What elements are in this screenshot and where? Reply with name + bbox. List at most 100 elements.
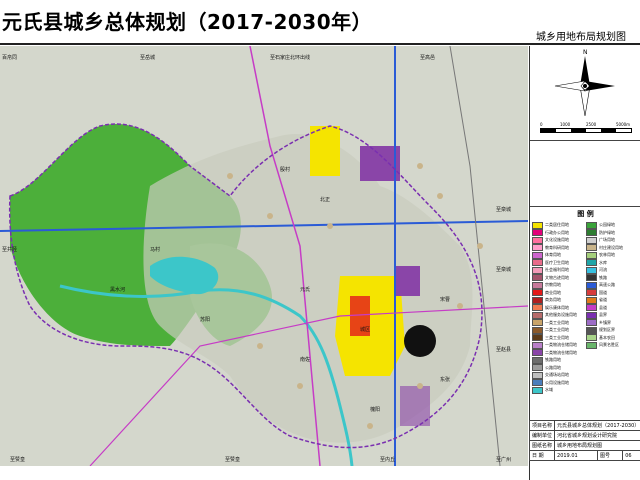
legend-label: 公用设施用地 [545,379,569,385]
legend-item: 一类物流仓储用地 [532,341,586,349]
edge-label: 至广州 [496,457,512,463]
legend-swatch [586,326,597,334]
edge-label: 至赞皇 [225,457,241,463]
legend: 图 例 二类居住用地 行政办公用地 文化设施用地 教育科研用地 体育用地 医疗卫生用地 社会… [530,206,640,421]
title-block: 项目名称 元氏县城乡总体规划（2017-2030） 编制单位 河北省城乡规划设计… [528,420,640,480]
legend-swatch [586,311,597,319]
legend-swatch [532,349,543,356]
legend-item: 一类工业用地 [532,319,586,326]
legend-item: 社会福利用地 [532,266,586,274]
legend-label: 一类工业用地 [545,319,569,325]
legend-item: 文化设施用地 [532,236,586,244]
legend-label: 行政办公用地 [545,229,569,235]
scale-label: 1000 [560,122,571,127]
legend-item: 乡镇界 [586,319,640,326]
legend-label: 国道 [599,289,607,295]
legend-swatch [586,341,597,349]
scale-bar [540,128,632,133]
legend-item: 风景名胜区 [586,341,640,349]
legend-swatch [586,244,597,251]
legend-item: 体育用地 [532,251,586,259]
legend-item: 县界 [586,311,640,319]
legend-label: 县道 [599,304,607,310]
legend-swatch [586,259,597,266]
legend-item: 二类物流仓储用地 [532,349,586,356]
legend-item: 广场用地 [586,236,640,244]
header-divider [0,43,640,45]
title-block-key: 编制单位 [528,430,556,441]
legend-title: 图 例 [577,210,594,218]
place-label: 马村 [150,247,161,253]
legend-swatch [532,304,543,311]
legend-item: 水库 [586,259,640,266]
legend-label: 铁路 [599,274,607,280]
map-graphic [0,46,528,466]
legend-label: 文物古迹用地 [545,274,569,280]
legend-label: 商务用地 [545,297,561,302]
legend-label: 文化设施用地 [545,237,569,242]
legend-label: 广场用地 [599,237,615,242]
legend-item: 规划区界 [586,326,640,334]
legend-swatch [532,356,543,364]
legend-swatch [532,326,543,334]
edge-label: 至高邑 [420,55,436,61]
map-view[interactable]: 百帛同 至岳城 至石家庄北环出线 至高邑 至赞皇 至赞皇 至内丘 至广州 至井陉… [0,46,528,466]
edge-label: 至石家庄北环出线 [270,55,311,61]
legend-label: 水域 [545,387,553,392]
legend-swatch [532,319,543,326]
scale-label: 5000m [616,122,631,127]
legend-swatch [586,274,597,281]
page-title: 元氏县城乡总体规划（2017-2030年） [2,10,373,34]
svg-text:N: N [583,49,588,56]
legend-label: 教育科研用地 [545,244,569,250]
legend-label: 县界 [599,312,607,317]
legend-swatch [532,371,543,379]
scale-label: 2500 [586,122,597,127]
legend-label: 风景名胜区 [599,342,619,347]
place-label: 元氏 [300,287,311,293]
title-block-value: 河北省城乡规划设计研究院 [554,430,640,441]
legend-swatch [586,221,597,229]
header: 元氏县城乡总体规划（2017-2030年） 城乡用地布局规划图 [0,0,640,44]
legend-swatch [532,281,543,289]
place-label: 南佐 [300,357,311,363]
legend-swatch [532,274,543,281]
place-label: 黑水河 [110,287,126,293]
legend-swatch [532,379,543,386]
legend-item: 公用设施用地 [532,379,586,386]
legend-label: 省道 [599,297,607,302]
legend-item: 商务用地 [532,296,586,304]
legend-label: 高速公路 [599,282,615,287]
legend-item: 交通场站用地 [532,371,586,379]
legend-swatch [586,289,597,296]
legend-swatch [586,236,597,244]
legend-swatch [532,236,543,244]
legend-swatch [586,296,597,304]
legend-swatch [586,229,597,236]
edge-label: 至赞皇 [10,457,26,463]
place-label: 城区 [360,327,371,333]
north-industrial [310,126,340,176]
legend-label: 公路用地 [545,364,561,370]
legend-swatch [532,259,543,266]
legend-item: 行政办公用地 [532,229,586,236]
legend-item: 教育科研用地 [532,244,586,251]
legend-item: 高速公路 [586,281,640,289]
legend-item: 二类工业用地 [532,326,586,334]
legend-label: 其他服务设施用地 [545,312,577,317]
legend-swatch [532,341,543,349]
place-label: 北正 [320,197,331,203]
edge-label: 百帛同 [2,55,18,61]
legend-item: 其他服务设施用地 [532,311,586,319]
legend-label: 二类工业用地 [545,327,569,332]
legend-label: 规划区界 [599,327,615,332]
legend-swatch [586,319,597,326]
legend-label: 防护绿地 [599,229,615,235]
legend-item: 三类工业用地 [532,334,586,341]
legend-item: 省道 [586,296,640,304]
legend-item: 河流 [586,266,640,274]
title-block-value: 06 [622,450,640,461]
legend-item: 村庄建设用地 [586,244,640,251]
place-label: 殷村 [280,167,291,173]
legend-swatch [532,364,543,371]
